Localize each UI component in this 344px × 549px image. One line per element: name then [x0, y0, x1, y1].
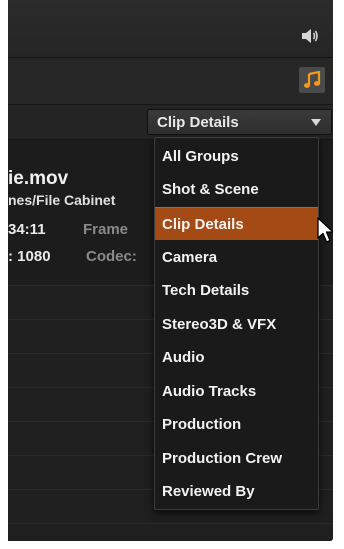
row-divider [8, 523, 333, 524]
mouse-pointer-icon [317, 217, 333, 243]
menu-item-production-crew[interactable]: Production Crew [155, 442, 318, 475]
metadata-group-bar: Clip Details [8, 105, 333, 140]
music-note-icon [304, 71, 321, 88]
menu-item-shot-scene[interactable]: Shot & Scene [155, 173, 318, 206]
metadata-inspector-panel: Clip Details ie.mov nes/File Cabinet 34:… [8, 0, 333, 541]
audio-metadata-button[interactable] [299, 67, 325, 93]
menu-item-clip-details[interactable]: Clip Details [155, 207, 318, 240]
menu-item-all-groups[interactable]: All Groups [155, 140, 318, 173]
menu-item-tech-details[interactable]: Tech Details [155, 274, 318, 307]
metadata-group-selected-label: Clip Details [157, 114, 239, 131]
menu-item-camera[interactable]: Camera [155, 241, 318, 274]
speaker-icon[interactable] [301, 28, 319, 44]
metadata-group-dropdown-menu: All Groups Shot & Scene Clip Details Cam… [154, 137, 319, 510]
menu-item-reviewed-by[interactable]: Reviewed By [155, 475, 318, 508]
clip-duration-value: 34:11 [8, 221, 46, 238]
clip-resolution-value: : 1080 [8, 248, 51, 265]
codec-label: Codec: [86, 248, 137, 265]
clip-file-path: nes/File Cabinet [8, 192, 116, 208]
secondary-toolbar [8, 58, 333, 105]
frame-label: Frame [83, 221, 129, 238]
metadata-group-select[interactable]: Clip Details [147, 109, 332, 135]
menu-item-stereo3d-vfx[interactable]: Stereo3D & VFX [155, 308, 318, 341]
menu-item-audio[interactable]: Audio [155, 341, 318, 374]
menu-item-audio-tracks[interactable]: Audio Tracks [155, 375, 318, 408]
clip-file-name: ie.mov [8, 168, 69, 189]
top-toolbar [8, 0, 333, 58]
menu-item-production[interactable]: Production [155, 408, 318, 441]
triangle-down-icon [311, 119, 321, 126]
